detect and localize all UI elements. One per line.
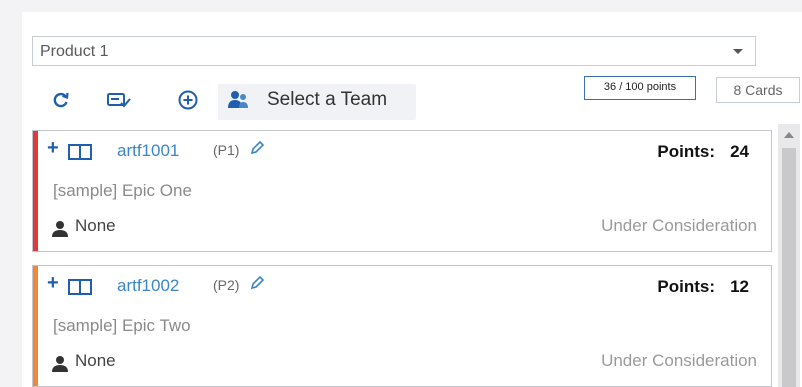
- edit-check-icon[interactable]: [105, 86, 133, 114]
- product-dropdown-value: Product 1: [40, 43, 109, 60]
- epic-card[interactable]: + artf1001 (P1) Points: 24 [sample] Epic…: [32, 130, 772, 252]
- product-dropdown[interactable]: Product 1: [32, 36, 756, 66]
- scroll-up-icon[interactable]: [784, 132, 794, 138]
- points-capacity-badge: 36 / 100 points: [584, 76, 696, 100]
- card-priority: (P2): [213, 277, 240, 293]
- book-icon: [67, 143, 93, 166]
- person-icon: [51, 355, 69, 378]
- epic-card[interactable]: + artf1002 (P2) Points: 12 [sample] Epic…: [32, 265, 772, 387]
- refresh-icon[interactable]: [47, 86, 75, 114]
- vertical-scrollbar[interactable]: [778, 124, 800, 387]
- pencil-icon[interactable]: [249, 275, 265, 296]
- card-title[interactable]: [sample] Epic Two: [53, 316, 191, 336]
- card-status[interactable]: Under Consideration: [601, 351, 757, 371]
- expand-plus-icon[interactable]: +: [47, 137, 59, 160]
- card-owner[interactable]: None: [75, 216, 116, 236]
- add-circle-icon[interactable]: [174, 86, 202, 114]
- team-icon[interactable]: [225, 86, 253, 114]
- card-id-link[interactable]: artf1001: [117, 141, 179, 161]
- priority-stripe: [33, 266, 38, 386]
- chevron-down-icon[interactable]: [733, 49, 743, 54]
- points-value: 24: [730, 142, 749, 161]
- card-title[interactable]: [sample] Epic One: [53, 181, 192, 201]
- book-icon: [67, 278, 93, 301]
- scrollbar-thumb[interactable]: [782, 148, 796, 387]
- card-list: + artf1001 (P1) Points: 24 [sample] Epic…: [32, 128, 776, 387]
- select-team-label[interactable]: Select a Team: [267, 89, 387, 111]
- priority-stripe: [33, 131, 38, 251]
- card-status[interactable]: Under Consideration: [601, 216, 757, 236]
- points-label: Points:: [657, 142, 715, 161]
- points-label: Points:: [657, 277, 715, 296]
- pencil-icon[interactable]: [249, 140, 265, 161]
- expand-plus-icon[interactable]: +: [47, 272, 59, 295]
- card-id-link[interactable]: artf1002: [117, 276, 179, 296]
- card-owner[interactable]: None: [75, 351, 116, 371]
- person-icon: [51, 220, 69, 243]
- card-priority: (P1): [213, 142, 240, 158]
- points-value: 12: [730, 277, 749, 296]
- card-count-badge: 8 Cards: [716, 77, 800, 103]
